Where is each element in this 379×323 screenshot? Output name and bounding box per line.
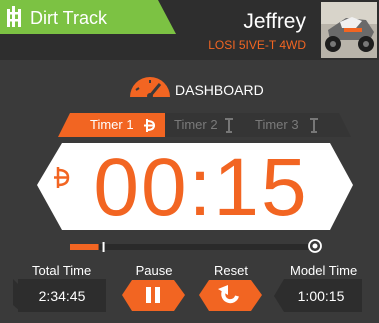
pause-button[interactable] [122,280,185,311]
timer-screen: Dirt Track Jeffrey LOSI 5IVE-T 4WD DASHB… [0,0,379,323]
track-icon [7,6,21,27]
truck-image[interactable] [321,2,377,58]
timer-progress-fill [70,244,99,250]
tab-timer-2-label: Timer 2 [174,117,218,132]
speedometer-icon [130,77,170,99]
pause-label: Pause [135,263,173,278]
reset-button[interactable] [199,280,262,311]
timer-progress-marker [102,242,105,252]
tab-timer-3-label: Timer 3 [255,117,299,132]
model-type: LOSI 5IVE-T 4WD [208,38,306,52]
total-time-value: 2:34:45 [38,288,86,304]
model-name: Jeffrey [243,10,306,33]
timer-value: 00:15 [93,142,309,233]
model-time-label: Model Time [290,263,358,278]
timer-progress-track [70,244,308,250]
reset-label: Reset [214,263,248,278]
timer-end-marker-icon [308,239,322,253]
tab-timer-1-label: Timer 1 [90,117,134,132]
dashboard-label[interactable]: DASHBOARD [175,83,264,97]
total-time-label: Total Time [32,263,92,278]
model-time-value: 1:00:15 [297,288,345,304]
track-name: Dirt Track [30,8,108,28]
